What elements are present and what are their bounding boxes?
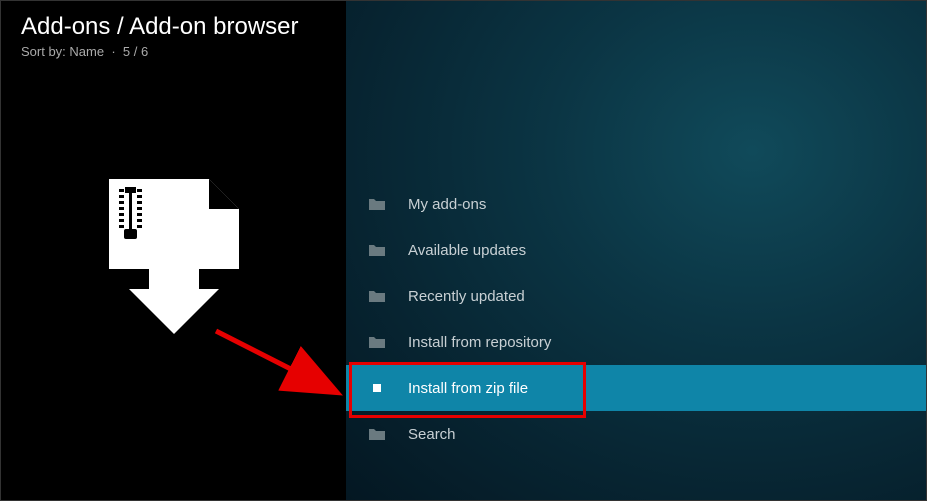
folder-icon	[368, 289, 386, 303]
menu-item-install-repository[interactable]: Install from repository	[346, 319, 926, 365]
breadcrumb: Add-ons / Add-on browser	[21, 13, 326, 42]
menu-item-install-zip[interactable]: Install from zip file	[346, 365, 926, 411]
menu-item-label: Recently updated	[408, 288, 525, 305]
main-panel: My add-ons Available updates Recently up…	[346, 1, 926, 500]
menu-item-label: Install from repository	[408, 334, 551, 351]
menu-item-my-addons[interactable]: My add-ons	[346, 181, 926, 227]
menu-item-available-updates[interactable]: Available updates	[346, 227, 926, 273]
sort-info: Sort by: Name · 5 / 6	[21, 44, 326, 59]
position-indicator: 5 / 6	[123, 44, 148, 59]
menu-item-search[interactable]: Search	[346, 411, 926, 457]
sidebar: Add-ons / Add-on browser Sort by: Name ·…	[1, 1, 346, 500]
menu-item-recently-updated[interactable]: Recently updated	[346, 273, 926, 319]
install-zip-icon	[99, 169, 249, 344]
folder-icon	[368, 243, 386, 257]
menu-item-label: Install from zip file	[408, 380, 528, 397]
folder-icon	[368, 427, 386, 441]
sort-separator: ·	[108, 44, 123, 59]
menu-item-label: Search	[408, 426, 456, 443]
menu-item-label: Available updates	[408, 242, 526, 259]
menu-item-label: My add-ons	[408, 196, 486, 213]
folder-icon	[368, 197, 386, 211]
selected-marker-icon	[368, 381, 386, 395]
sort-label: Sort by: Name	[21, 44, 104, 59]
folder-icon	[368, 335, 386, 349]
